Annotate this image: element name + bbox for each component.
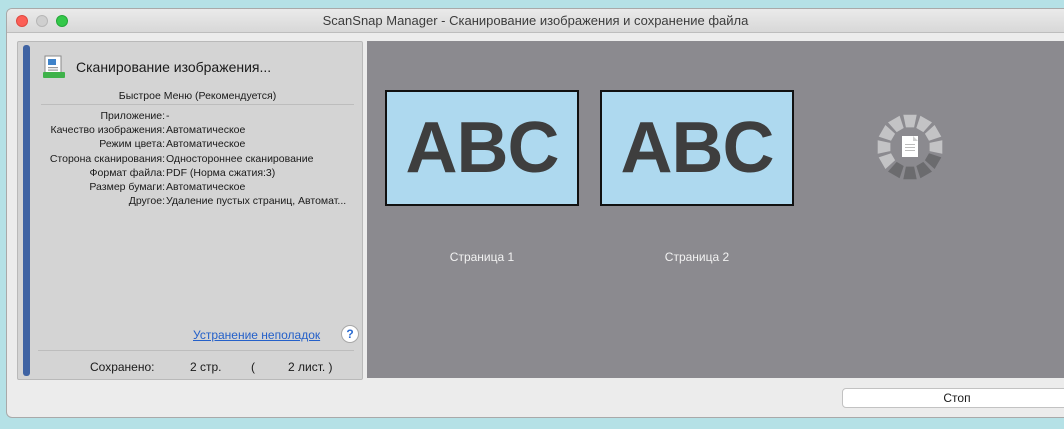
spinner-segment xyxy=(877,140,891,154)
setting-key: Качество изображения: xyxy=(50,124,165,137)
setting-key: Сторона сканирования: xyxy=(49,152,165,165)
setting-row: Приложение: - xyxy=(18,110,362,124)
setting-row: Размер бумаги: Автоматическое xyxy=(18,181,362,195)
setting-value: Автоматическое xyxy=(166,180,246,193)
page-thumbnail[interactable]: ABC xyxy=(385,90,579,206)
help-button[interactable]: ? xyxy=(341,325,359,343)
setting-key: Размер бумаги: xyxy=(89,180,165,193)
setting-value: Удаление пустых страниц, Автомат... xyxy=(166,195,347,208)
progress-rail xyxy=(23,45,30,376)
setting-value: PDF (Норма сжатия:3) xyxy=(166,166,276,179)
setting-value: Автоматическое xyxy=(166,124,246,137)
settings-list: Приложение: - Качество изображения: Авто… xyxy=(18,110,362,209)
setting-value: Автоматическое xyxy=(166,138,246,151)
setting-key: Другое: xyxy=(128,195,165,208)
setting-key: Приложение: xyxy=(100,110,165,122)
setting-row: Другое: Удаление пустых страниц, Автомат… xyxy=(18,195,362,209)
spinner-segment xyxy=(929,140,943,154)
scan-status-panel: Сканирование изображения... Быстрое Меню… xyxy=(17,41,363,380)
status-title: Сканирование изображения... xyxy=(76,59,272,75)
page-label: Страница 1 xyxy=(449,250,515,264)
scanning-spinner-icon xyxy=(877,114,943,180)
scan-preview-area: ABC Страница 1 ABC Страница 2 xyxy=(367,41,1064,378)
window-title: ScanSnap Manager - Сканирование изображе… xyxy=(322,13,749,28)
setting-value: - xyxy=(166,110,170,122)
page-label: Страница 2 xyxy=(664,250,730,264)
spinner-segment xyxy=(903,166,917,180)
saved-label: Сохранено: xyxy=(90,360,155,374)
page-thumbnail[interactable]: ABC xyxy=(600,90,794,206)
setting-key: Режим цвета: xyxy=(99,138,165,151)
setting-row: Режим цвета: Автоматическое xyxy=(18,138,362,152)
setting-key: Формат файла: xyxy=(89,166,165,179)
setting-row: Сторона сканирования: Одностороннее скан… xyxy=(18,153,362,167)
saved-open-paren: ( xyxy=(251,360,255,374)
setting-row: Формат файла: PDF (Норма сжатия:3) xyxy=(18,167,362,181)
setting-row: Качество изображения: Автоматическое xyxy=(18,124,362,138)
scansnap-window: ScanSnap Manager - Сканирование изображе… xyxy=(7,9,1064,417)
spinner-segment xyxy=(903,114,917,128)
saved-pages: 2 стр. xyxy=(190,360,222,374)
panel-divider xyxy=(38,350,354,351)
title-bar: ScanSnap Manager - Сканирование изображе… xyxy=(7,9,1064,33)
troubleshooting-link[interactable]: Устранение неполадок xyxy=(193,328,320,342)
profile-label: Быстрое Меню (Рекомендуется) xyxy=(41,90,354,105)
setting-value: Одностороннее сканирование xyxy=(166,152,314,165)
scan-document-icon xyxy=(43,55,65,78)
stop-button[interactable]: Стоп xyxy=(842,388,1064,408)
saved-sheets: 2 лист. ) xyxy=(288,360,333,374)
